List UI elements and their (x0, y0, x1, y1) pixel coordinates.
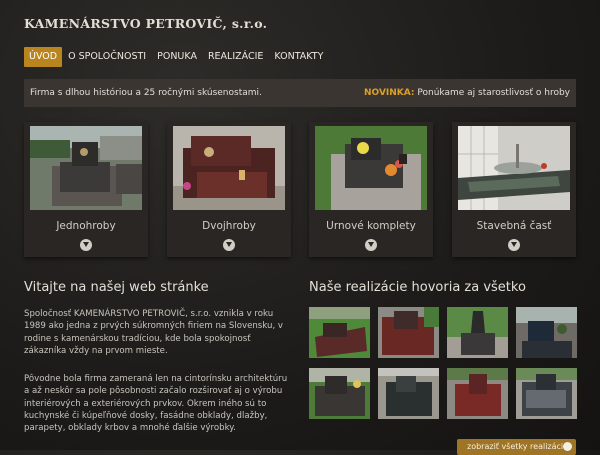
chevron-circle-down-icon[interactable] (80, 239, 92, 251)
nav-item-uvod[interactable]: ÚVOD (24, 47, 63, 67)
nav-item-o-spolocnosti[interactable]: O SPOLOČNOSTI (63, 47, 151, 67)
category-card-dvojhroby[interactable]: Dvojhroby (167, 122, 291, 257)
show-all-realizations-button[interactable]: zobraziť všetky realizácie (457, 439, 576, 455)
site-title[interactable]: KAMENÁRSTVO PETROVIČ, s.r.o. (24, 16, 267, 31)
gallery-heading: Naše realizácie hovoria za všetko (309, 280, 526, 295)
chevron-circle-down-icon[interactable] (223, 239, 235, 251)
info-tagline: Firma s dlhou históriou a 25 ročnými skú… (30, 88, 262, 98)
category-label: Jednohroby (56, 220, 116, 232)
welcome-paragraph-2: Pôvodne bola firma zameraná len na cinto… (24, 374, 288, 434)
jednohroby-photo (30, 126, 142, 210)
chevron-circle-down-icon[interactable] (508, 239, 520, 251)
info-news[interactable]: NOVINKA: Ponúkame aj starostlivosť o hro… (364, 88, 570, 98)
info-bar: Firma s dlhou históriou a 25 ročnými skú… (24, 79, 576, 107)
urnove-komplety-photo (315, 126, 427, 210)
main-nav: ÚVOD O SPOLOČNOSTI PONUKA REALIZÁCIE KON… (24, 47, 329, 67)
gallery-thumb[interactable] (378, 307, 439, 358)
category-label: Dvojhroby (202, 220, 256, 232)
gallery-thumb[interactable] (309, 368, 370, 419)
category-card-urnove-komplety[interactable]: Urnové komplety (309, 122, 433, 257)
gallery-thumb[interactable] (447, 368, 508, 419)
novinka-label: NOVINKA: (364, 88, 415, 98)
category-label: Urnové komplety (326, 220, 416, 232)
nav-item-realizacie[interactable]: REALIZÁCIE (203, 47, 268, 67)
gallery-thumb[interactable] (516, 307, 577, 358)
welcome-heading: Vitajte na našej web stránke (24, 280, 209, 295)
category-label: Stavebná časť (476, 220, 552, 232)
category-card-jednohroby[interactable]: Jednohroby (24, 122, 148, 257)
gallery-thumb[interactable] (447, 307, 508, 358)
category-card-stavebna-cast[interactable]: Stavebná časť (452, 122, 576, 257)
chevron-circle-down-icon[interactable] (365, 239, 377, 251)
novinka-text: Ponúkame aj starostlivosť o hroby (417, 88, 570, 98)
dvojhroby-photo (173, 126, 285, 210)
gallery-thumb[interactable] (309, 307, 370, 358)
gallery-thumb[interactable] (516, 368, 577, 419)
gallery-thumb[interactable] (378, 368, 439, 419)
nav-item-ponuka[interactable]: PONUKA (152, 47, 202, 67)
stavebna-cast-photo (458, 126, 570, 210)
welcome-paragraph-1: Spoločnosť KAMENÁRSTVO PETROVIČ, s.r.o. … (24, 309, 283, 356)
nav-item-kontakty[interactable]: KONTAKTY (269, 47, 328, 67)
